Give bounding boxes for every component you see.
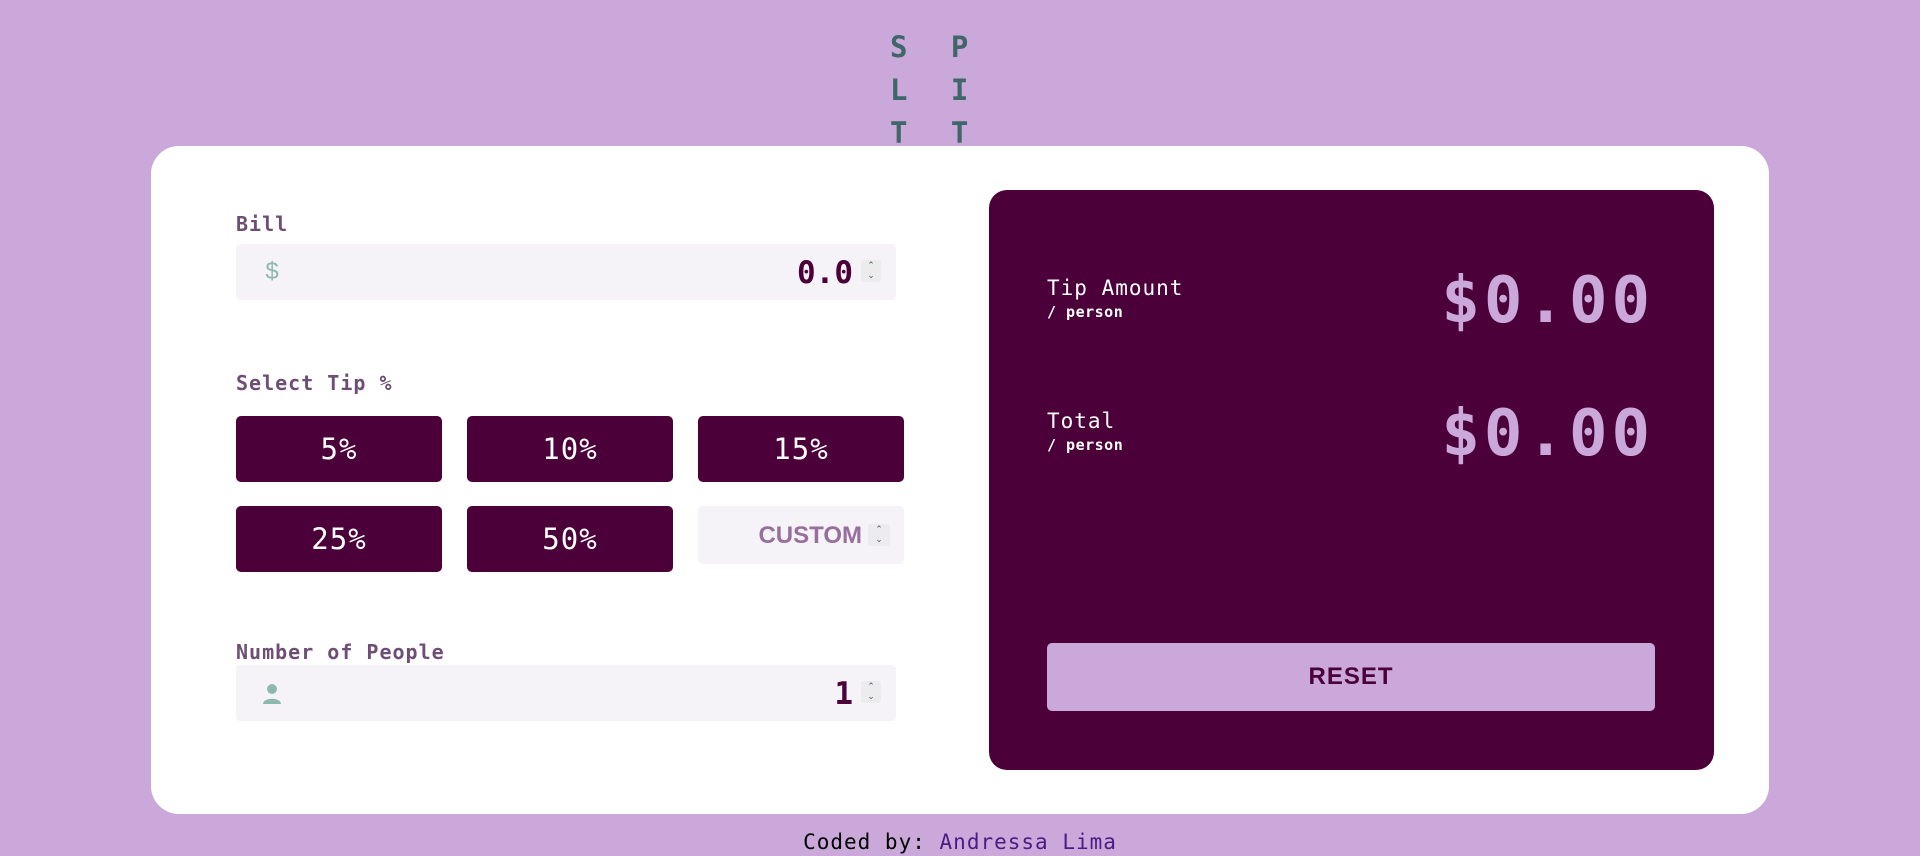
footer: Coded by: Andressa Lima [0, 829, 1920, 855]
total-per-person-label: / person [1047, 436, 1124, 454]
total-label: Total [1047, 409, 1116, 433]
people-field[interactable]: ⌃⌄ [236, 665, 896, 721]
tip-10-button[interactable]: 10% [467, 416, 673, 482]
result-panel: Tip Amount / person $0.00 Total / person… [989, 190, 1714, 770]
tip-15-button[interactable]: 15% [698, 416, 904, 482]
people-input[interactable] [793, 675, 853, 713]
custom-tip-spinner[interactable]: ⌃ ⌄ [868, 524, 890, 546]
bill-spinner[interactable]: ⌃ ⌄ [861, 260, 881, 282]
select-tip-label: Select Tip % [236, 371, 393, 395]
input-panel: Bill $ ⌃⌄ Select Tip % 5% 10% 15% 25% 50… [236, 212, 911, 752]
person-icon [263, 684, 281, 704]
bill-label: Bill [236, 212, 289, 236]
custom-tip-input[interactable]: CUSTOM [758, 522, 862, 550]
bill-field[interactable]: $ ⌃⌄ [236, 244, 896, 300]
custom-tip-field[interactable]: CUSTOM ⌃ ⌄ [698, 506, 904, 564]
people-spinner[interactable]: ⌃ ⌄ [861, 681, 881, 703]
tip-25-button[interactable]: 25% [236, 506, 442, 572]
reset-button[interactable]: RESET [1047, 643, 1655, 711]
bill-input[interactable] [773, 254, 853, 292]
calculator-card: Bill $ ⌃⌄ Select Tip % 5% 10% 15% 25% 50… [151, 146, 1769, 814]
tip-amount-value: $0.00 [1441, 264, 1654, 338]
tip-5-button[interactable]: 5% [236, 416, 442, 482]
number-of-people-label: Number of People [236, 640, 445, 664]
dollar-icon: $ [265, 258, 279, 285]
author-link[interactable]: Andressa Lima [940, 830, 1117, 854]
tip-amount-label: Tip Amount [1047, 276, 1184, 300]
tip-50-button[interactable]: 50% [467, 506, 673, 572]
footer-prefix: Coded by: [803, 830, 926, 854]
total-value: $0.00 [1441, 397, 1654, 471]
tip-amount-per-person-label: / person [1047, 303, 1124, 321]
